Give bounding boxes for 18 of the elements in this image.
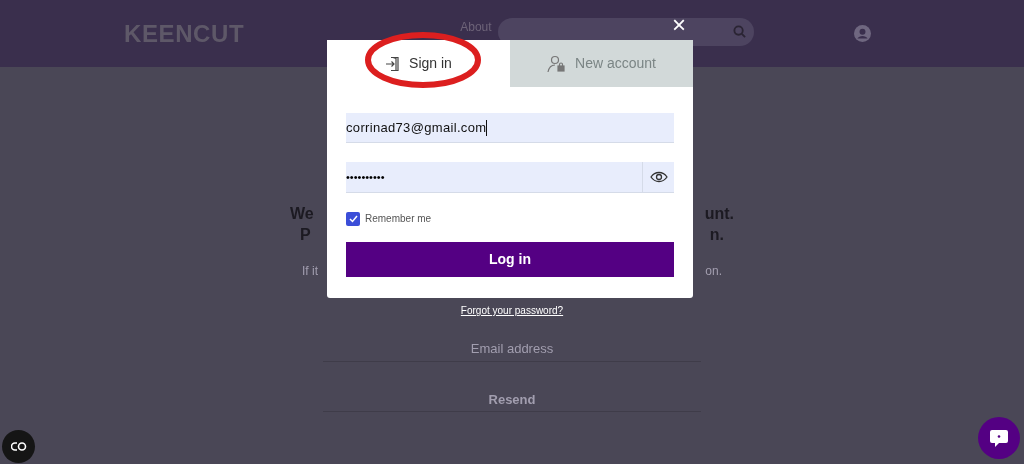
remember-label: Remember me <box>365 212 432 226</box>
email-input[interactable]: corrinad73@gmail.com <box>346 113 674 143</box>
email-field[interactable]: Email address <box>323 336 701 362</box>
log-in-button[interactable]: Log in <box>346 242 674 277</box>
link-icon <box>10 442 27 451</box>
door-icon <box>385 55 402 72</box>
link-button[interactable] <box>2 430 35 463</box>
heading-fragment: If it <box>302 263 318 280</box>
search-icon <box>732 25 746 38</box>
eye-icon <box>649 171 668 183</box>
close-button[interactable]: × <box>670 14 688 36</box>
remember-checkbox[interactable] <box>346 211 360 226</box>
person-lock-icon <box>547 54 568 73</box>
check-icon <box>348 214 358 223</box>
heading-fragment: on. <box>705 263 722 280</box>
chat-button[interactable] <box>978 417 1020 459</box>
forgot-password-link[interactable]: Forgot your password? <box>460 303 564 318</box>
chat-icon <box>989 428 1009 448</box>
